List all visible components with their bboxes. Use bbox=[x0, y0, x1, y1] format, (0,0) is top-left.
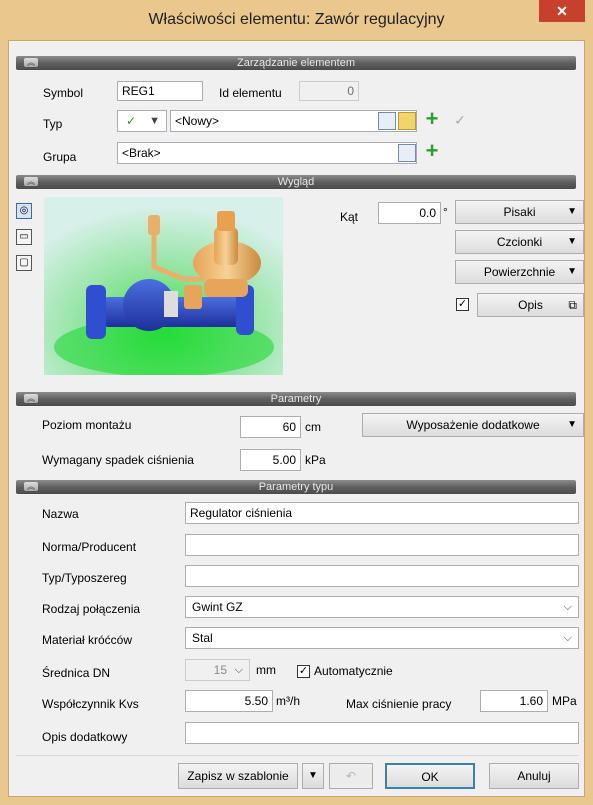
window-title: Właściwości elementu: Zawór regulacyjny bbox=[148, 11, 445, 28]
extra-description-input[interactable] bbox=[185, 722, 579, 744]
material-select[interactable]: Stal ⌵ bbox=[185, 627, 579, 649]
title-bar: Właściwości elementu: Zawór regulacyjny … bbox=[0, 0, 593, 40]
element-preview bbox=[44, 197, 283, 377]
valve-image bbox=[44, 197, 283, 377]
dn-unit: mm bbox=[256, 663, 276, 677]
extra-equipment-button[interactable]: Wyposażenie dodatkowe ▼ bbox=[362, 413, 584, 437]
description-label: Opis bbox=[518, 298, 543, 312]
type-check-combo[interactable]: ✓ ▼ bbox=[117, 110, 167, 132]
group-input[interactable]: <Brak> bbox=[117, 142, 417, 164]
angle-input[interactable]: 0.0 bbox=[378, 202, 441, 224]
cancel-button[interactable]: Anuluj bbox=[489, 763, 579, 789]
surfaces-button[interactable]: Powierzchnie ▼ bbox=[455, 260, 584, 284]
undo-icon: ↶ bbox=[329, 763, 373, 789]
kvs-unit: m³/h bbox=[276, 694, 300, 708]
type-label: Typ bbox=[43, 117, 63, 131]
ok-button[interactable]: OK bbox=[385, 763, 475, 789]
description-checkbox[interactable]: ✓ bbox=[456, 298, 469, 311]
series-input[interactable] bbox=[185, 565, 579, 587]
connection-select[interactable]: Gwint GZ ⌵ bbox=[185, 596, 579, 618]
material-label: Materiał króćców bbox=[42, 633, 133, 647]
pressure-drop-unit: kPa bbox=[305, 453, 326, 467]
section-appearance-header[interactable]: ︽ Wygląd bbox=[16, 175, 576, 189]
dropdown-arrow-icon: ▼ bbox=[567, 206, 577, 217]
symbol-input[interactable]: REG1 bbox=[117, 81, 203, 101]
save-type-icon[interactable] bbox=[398, 112, 416, 130]
dn-value: 15 bbox=[213, 663, 227, 677]
symbol-label: Symbol bbox=[43, 86, 84, 100]
extra-equipment-label: Wyposażenie dodatkowe bbox=[406, 418, 540, 432]
section-title: Wygląd bbox=[277, 176, 315, 188]
chevron-down-icon: ⌵ bbox=[563, 632, 572, 644]
id-label: Id elementu bbox=[219, 86, 282, 100]
check-icon: ✓ bbox=[126, 114, 137, 128]
dropdown-arrow-icon: ▼ bbox=[567, 236, 577, 247]
auto-label: Automatycznie bbox=[314, 664, 393, 678]
section-title: Zarządzanie elementem bbox=[236, 57, 355, 69]
mount-level-unit: cm bbox=[305, 420, 321, 434]
angle-label: Kąt bbox=[340, 210, 359, 224]
dn-select: 15 ⌵ bbox=[185, 659, 250, 681]
group-label: Grupa bbox=[43, 150, 77, 164]
pens-label: Pisaki bbox=[503, 205, 536, 219]
edit-group-icon[interactable] bbox=[398, 144, 416, 162]
pressure-drop-label: Wymagany spadek ciśnienia bbox=[42, 453, 194, 467]
pens-button[interactable]: Pisaki ▼ bbox=[455, 200, 584, 224]
dn-label: Średnica DN bbox=[42, 666, 111, 680]
mount-level-label: Poziom montażu bbox=[42, 418, 132, 432]
mount-level-input[interactable]: 60 bbox=[240, 416, 301, 438]
edit-type-icon[interactable] bbox=[378, 112, 396, 130]
extra-description-label: Opis dodatkowy bbox=[42, 730, 128, 744]
norm-label: Norma/Producent bbox=[42, 540, 137, 554]
dropdown-arrow-icon: ▼ bbox=[567, 266, 577, 277]
section-title: Parametry bbox=[270, 393, 322, 405]
auto-checkbox[interactable]: ✓ bbox=[297, 665, 310, 678]
max-pressure-input[interactable]: 1.60 bbox=[480, 690, 548, 712]
save-template-button[interactable]: Zapisz w szablonie bbox=[178, 763, 298, 789]
section-management-header[interactable]: ︽ Zarządzanie elementem bbox=[16, 56, 576, 70]
popout-icon: ⧉ bbox=[568, 298, 577, 312]
section-parameters-header[interactable]: ︽ Parametry bbox=[16, 392, 576, 406]
chevron-down-icon: ▼ bbox=[149, 115, 160, 127]
fonts-label: Czcionki bbox=[496, 235, 543, 249]
chevron-down-icon: ⌵ bbox=[234, 664, 243, 676]
section-type-parameters-header[interactable]: ︽ Parametry typu bbox=[16, 480, 576, 494]
fonts-button[interactable]: Czcionki ▼ bbox=[455, 230, 584, 254]
pressure-drop-input[interactable]: 5.00 bbox=[240, 449, 301, 471]
max-pressure-unit: MPa bbox=[552, 694, 577, 708]
material-value: Stal bbox=[192, 631, 213, 645]
confirm-type-icon[interactable]: ✓ bbox=[451, 112, 469, 130]
close-button[interactable]: ✕ bbox=[539, 0, 585, 22]
surfaces-label: Powierzchnie bbox=[483, 265, 556, 279]
section-title: Parametry typu bbox=[258, 481, 334, 493]
dropdown-arrow-icon: ▼ bbox=[567, 419, 577, 430]
save-template-dropdown[interactable]: ▼ bbox=[302, 763, 324, 789]
box-view-icon[interactable]: ▢ bbox=[16, 255, 32, 271]
kvs-input[interactable]: 5.50 bbox=[185, 690, 273, 712]
angle-unit: ° bbox=[443, 205, 448, 219]
id-input: 0 bbox=[299, 81, 359, 101]
description-button[interactable]: Opis ⧉ bbox=[477, 293, 584, 317]
name-input[interactable]: Regulator ciśnienia bbox=[185, 502, 579, 524]
max-pressure-label: Max ciśnienie pracy bbox=[346, 697, 452, 711]
chevron-down-icon: ⌵ bbox=[563, 601, 572, 613]
series-label: Typ/Typoszereg bbox=[42, 571, 127, 585]
add-type-icon[interactable]: + bbox=[423, 108, 441, 130]
connection-value: Gwint GZ bbox=[192, 600, 243, 614]
name-label: Nazwa bbox=[42, 507, 79, 521]
norm-input[interactable] bbox=[185, 534, 579, 556]
3d-view-icon[interactable]: ◎ bbox=[16, 203, 32, 219]
footer-divider bbox=[16, 755, 578, 756]
plan-view-icon[interactable]: ▭ bbox=[16, 229, 32, 245]
kvs-label: Współczynnik Kvs bbox=[42, 697, 139, 711]
add-group-icon[interactable]: + bbox=[423, 140, 441, 162]
connection-label: Rodzaj połączenia bbox=[42, 602, 141, 616]
